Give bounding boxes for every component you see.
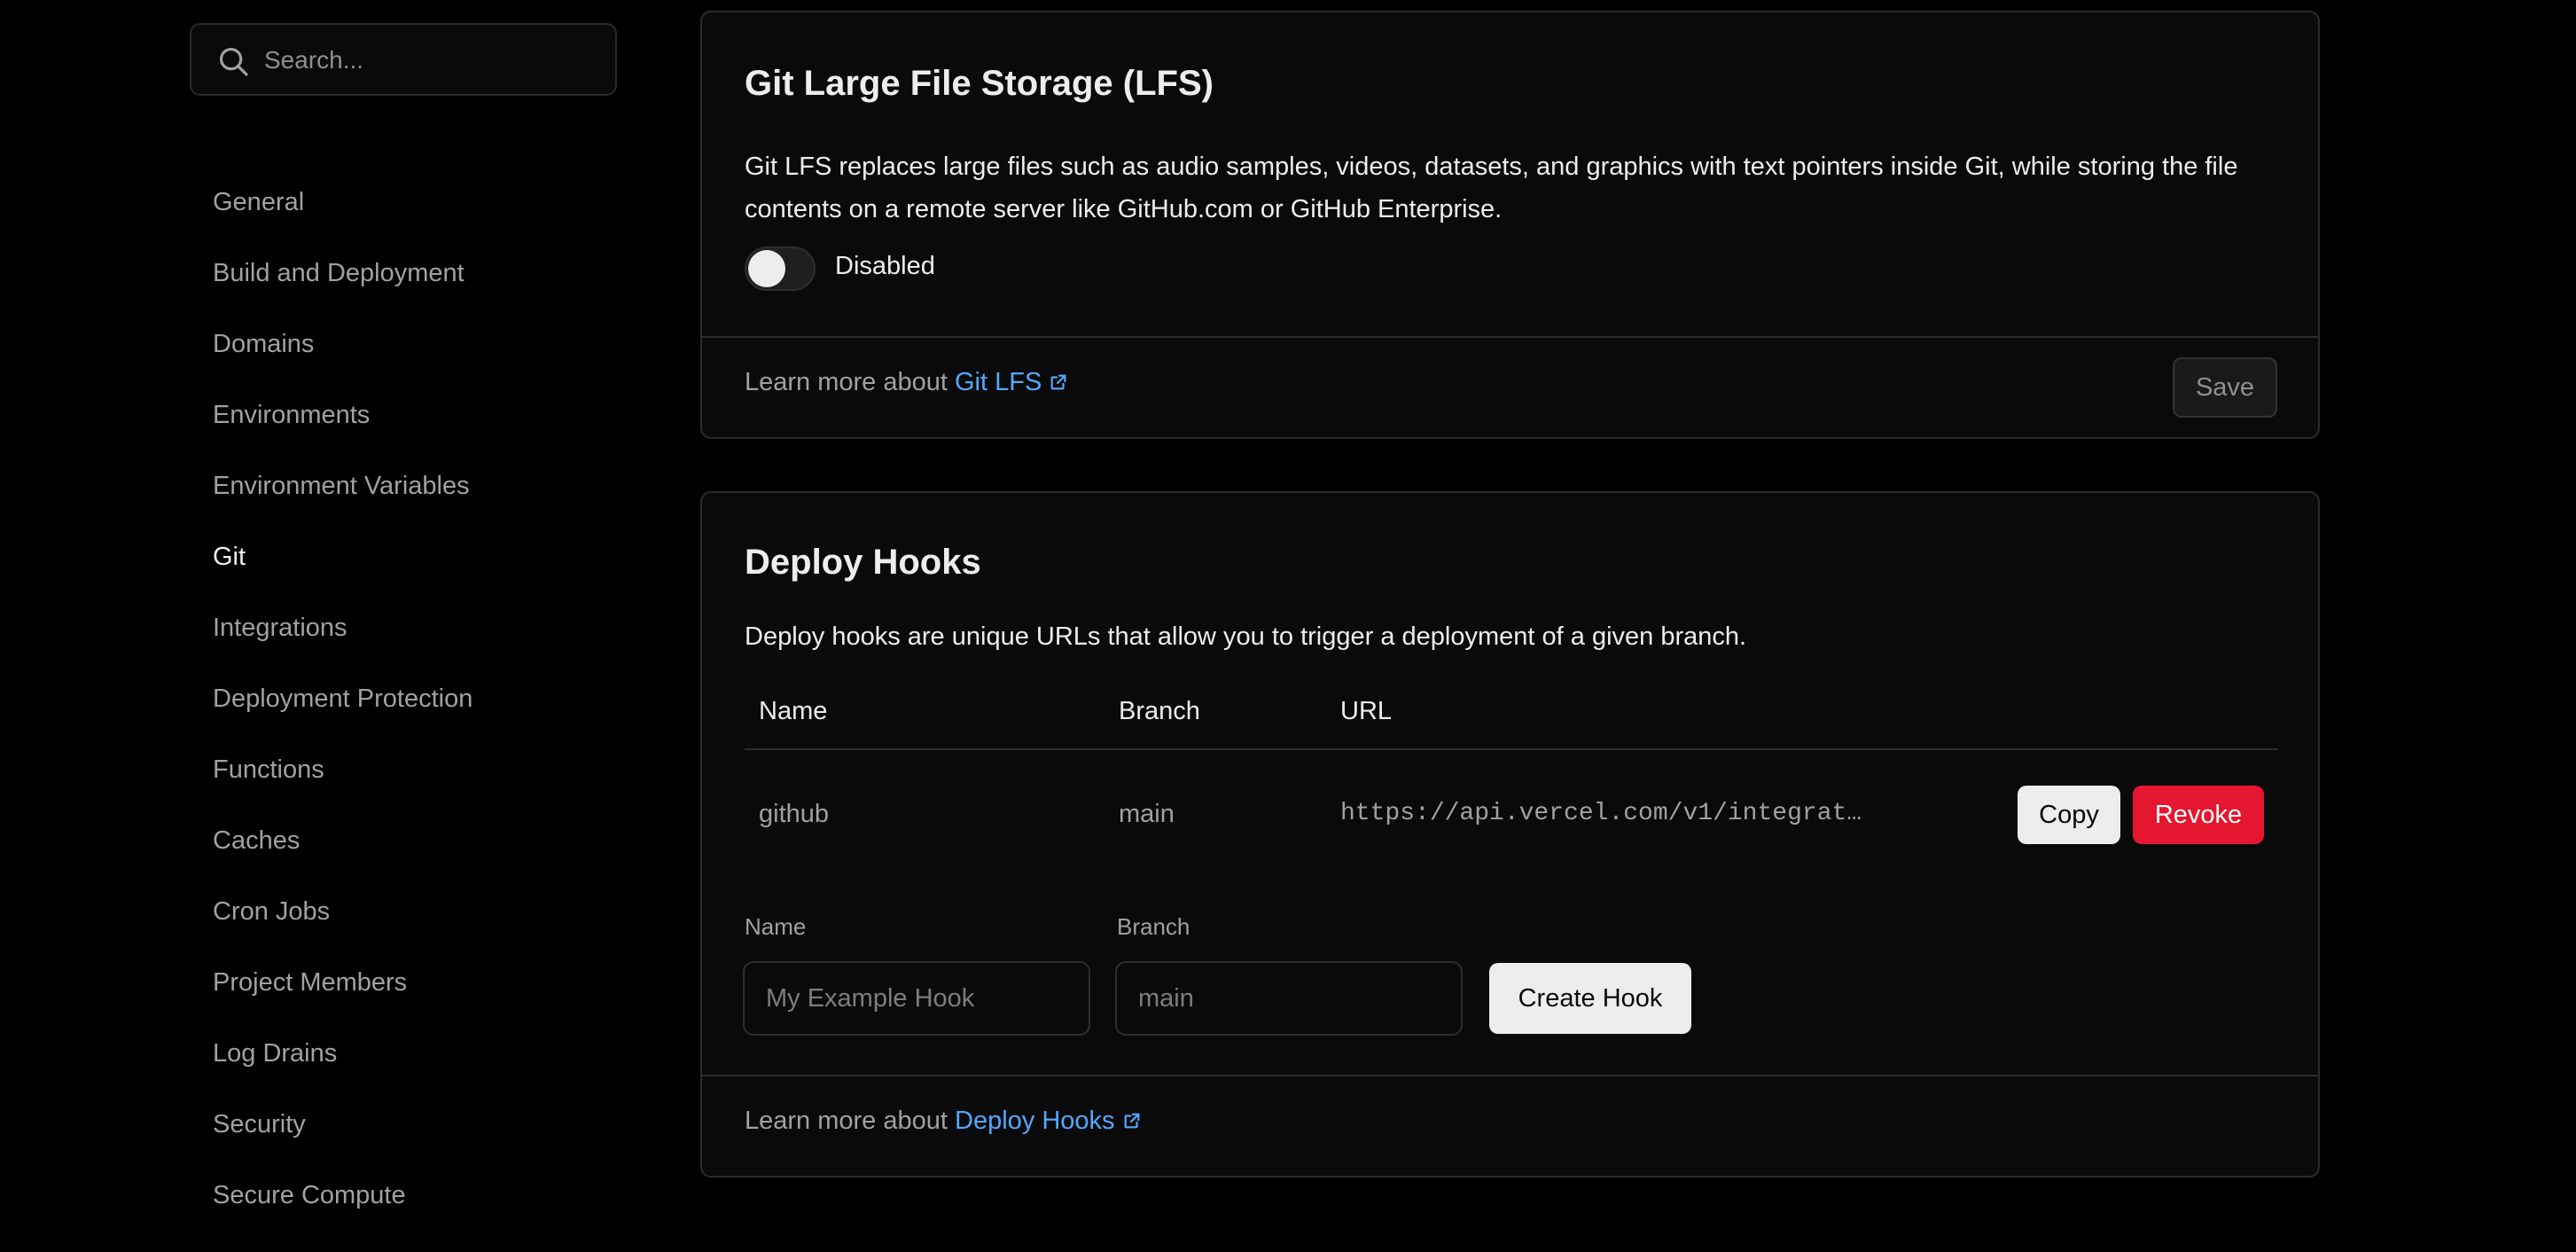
hook-name: github — [759, 800, 830, 828]
hook-branch: main — [1119, 800, 1175, 828]
external-link-icon — [1050, 374, 1066, 390]
sidebar-item-general[interactable]: General — [213, 188, 472, 259]
learn-more-prefix: Learn more about — [745, 368, 948, 396]
hook-url: https://api.vercel.com/v1/integrat… — [1340, 800, 1862, 827]
sidebar-item-build-and-deployment[interactable]: Build and Deployment — [213, 259, 472, 330]
hook-branch-input[interactable] — [1115, 961, 1463, 1036]
save-button[interactable]: Save — [2173, 357, 2277, 418]
external-link-icon — [1124, 1113, 1139, 1129]
git-lfs-toggle-label: Disabled — [835, 252, 935, 280]
table-header-divider — [745, 748, 2278, 750]
git-lfs-description-line1: Git LFS replaces large files such as aud… — [745, 153, 2238, 181]
sidebar-item-git[interactable]: Git — [213, 543, 472, 614]
deploy-hooks-description: Deploy hooks are unique URLs that allow … — [745, 622, 1747, 651]
search-box[interactable] — [190, 23, 617, 96]
learn-more-prefix: Learn more about — [745, 1107, 948, 1135]
deploy-hooks-link-label: Deploy Hooks — [955, 1107, 1115, 1135]
git-lfs-card: Git Large File Storage (LFS) Git LFS rep… — [700, 11, 2320, 439]
git-lfs-footer: Learn more about Git LFS Save — [702, 336, 2318, 437]
git-lfs-link-label: Git LFS — [955, 368, 1042, 396]
sidebar-item-cron-jobs[interactable]: Cron Jobs — [213, 897, 472, 968]
deploy-hooks-link[interactable]: Deploy Hooks — [955, 1107, 1142, 1135]
git-lfs-toggle[interactable] — [745, 246, 816, 291]
column-header-url: URL — [1340, 697, 1393, 725]
sidebar-item-environments[interactable]: Environments — [213, 401, 472, 472]
sidebar-item-integrations[interactable]: Integrations — [213, 614, 472, 685]
git-lfs-description: Git LFS replaces large files such as aud… — [745, 145, 2237, 231]
deploy-hooks-card: Deploy Hooks Deploy hooks are unique URL… — [700, 491, 2320, 1178]
sidebar-item-caches[interactable]: Caches — [213, 826, 472, 897]
git-lfs-description-line2: contents on a remote server like GitHub.… — [745, 195, 1503, 223]
search-icon — [219, 47, 248, 76]
deploy-hooks-title: Deploy Hooks — [745, 543, 981, 582]
git-lfs-link[interactable]: Git LFS — [955, 368, 1068, 396]
hook-name-input[interactable] — [743, 961, 1090, 1036]
copy-button[interactable]: Copy — [2018, 786, 2120, 844]
deploy-hooks-footer: Learn more about Deploy Hooks — [702, 1075, 2318, 1176]
search-input[interactable] — [262, 25, 603, 96]
sidebar-item-project-members[interactable]: Project Members — [213, 968, 472, 1039]
revoke-button[interactable]: Revoke — [2133, 786, 2264, 844]
column-header-name: Name — [759, 697, 828, 725]
sidebar-item-security[interactable]: Security — [213, 1110, 472, 1181]
deploy-hooks-learn-more: Learn more about Deploy Hooks — [745, 1107, 1142, 1136]
git-lfs-title: Git Large File Storage (LFS) — [745, 64, 1214, 103]
sidebar-item-deployment-protection[interactable]: Deployment Protection — [213, 685, 472, 755]
sidebar-item-secure-compute[interactable]: Secure Compute — [213, 1181, 472, 1252]
create-hook-button[interactable]: Create Hook — [1489, 963, 1691, 1034]
sidebar-nav: General Build and Deployment Domains Env… — [213, 188, 472, 1252]
git-lfs-learn-more: Learn more about Git LFS — [745, 368, 1068, 397]
hook-branch-label: Branch — [1117, 913, 1190, 940]
toggle-knob — [748, 250, 785, 287]
sidebar-item-domains[interactable]: Domains — [213, 330, 472, 401]
sidebar-item-log-drains[interactable]: Log Drains — [213, 1039, 472, 1110]
hook-name-label: Name — [745, 913, 807, 940]
column-header-branch: Branch — [1119, 697, 1200, 725]
sidebar-item-environment-variables[interactable]: Environment Variables — [213, 472, 472, 543]
sidebar-item-functions[interactable]: Functions — [213, 755, 472, 826]
